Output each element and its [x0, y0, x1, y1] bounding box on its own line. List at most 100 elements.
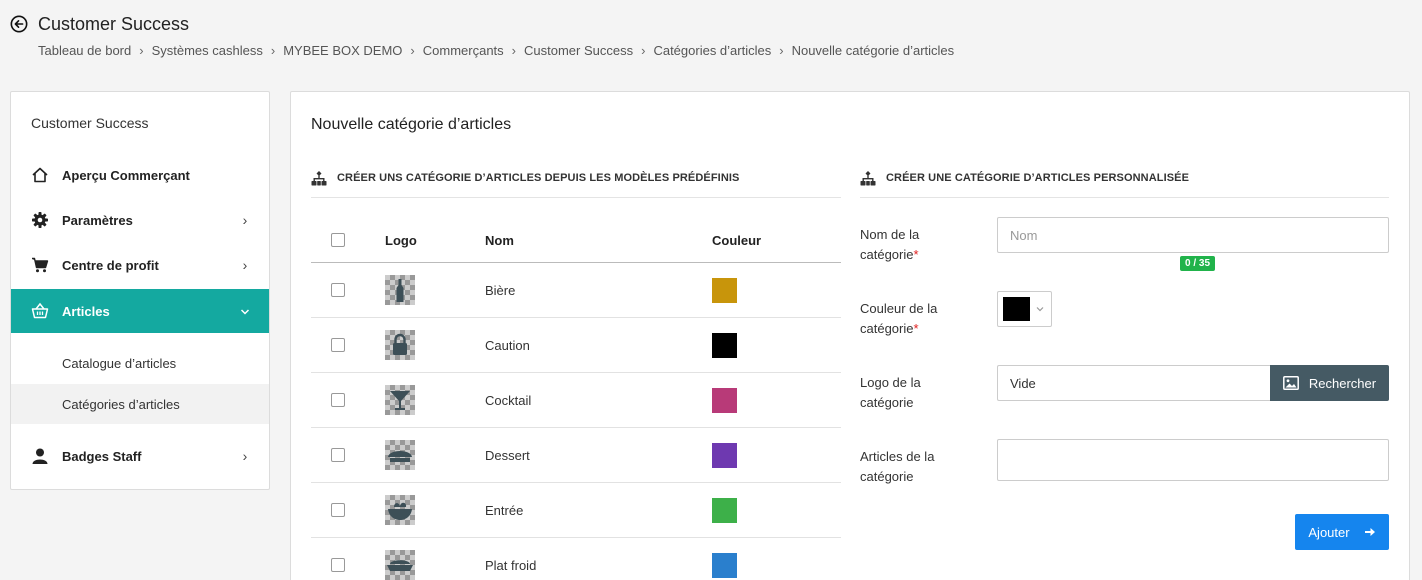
category-articles-label: Articles de la catégorie — [860, 449, 935, 484]
sidebar-title: Customer Success — [31, 115, 149, 131]
sidebar-item-label: Centre de profit — [62, 257, 159, 273]
cocktail-glass-icon — [385, 385, 415, 415]
select-all-cell — [331, 218, 345, 262]
color-swatch — [712, 552, 737, 578]
category-logo-label: Logo de la catégorie — [860, 375, 921, 410]
row-checkbox[interactable] — [331, 393, 345, 407]
color-swatch — [712, 332, 737, 358]
chevron-down-icon — [1036, 304, 1044, 314]
breadcrumb-separator: › — [139, 43, 144, 58]
row-name: Caution — [485, 337, 530, 353]
breadcrumb-link-dashboard[interactable]: Tableau de bord — [38, 43, 131, 58]
category-name-input[interactable] — [997, 217, 1389, 253]
breadcrumb-link-cashless[interactable]: Systèmes cashless — [152, 43, 263, 58]
breadcrumb-link-merchants[interactable]: Commerçants — [423, 43, 504, 58]
image-icon — [1282, 376, 1299, 390]
breadcrumb-link-box[interactable]: MYBEE BOX DEMO — [283, 43, 402, 58]
sidebar-item-merchant-overview[interactable]: Aperçu Commerçant — [11, 153, 269, 197]
main-panel: Nouvelle catégorie d’articles CRÉER UNS … — [290, 91, 1410, 580]
row-name: Dessert — [485, 447, 530, 463]
chevron-down-icon — [233, 303, 257, 319]
row-checkbox[interactable] — [331, 448, 345, 462]
color-swatch — [712, 387, 737, 413]
category-articles-input[interactable] — [997, 439, 1389, 481]
add-button-label: Ajouter — [1308, 524, 1350, 540]
predefined-heading-text: CRÉER UNS CATÉGORIE D’ARTICLES DEPUIS LE… — [337, 171, 740, 184]
char-counter-badge: 0 / 35 — [1180, 256, 1216, 271]
select-all-checkbox[interactable] — [331, 233, 345, 247]
row-name: Entrée — [485, 502, 524, 518]
required-mark: * — [913, 321, 919, 336]
breadcrumb-separator: › — [511, 43, 517, 58]
custom-section-heading: CRÉER UNE CATÉGORIE D’ARTICLES PERSONNAL… — [860, 170, 1389, 198]
sidebar-item-settings[interactable]: Paramètres › — [11, 198, 269, 242]
table-row[interactable]: Dessert — [311, 428, 841, 483]
column-header-color: Couleur — [712, 232, 762, 248]
logo-value-field[interactable]: Vide — [997, 365, 1271, 401]
row-checkbox[interactable] — [331, 338, 345, 352]
breadcrumb-separator: › — [641, 43, 646, 58]
table-row[interactable]: Cocktail — [311, 373, 841, 428]
sidebar-item-label: Aperçu Commerçant — [62, 167, 190, 183]
custom-heading-text: CRÉER UNE CATÉGORIE D’ARTICLES PERSONNAL… — [886, 171, 1190, 184]
column-header-logo: Logo — [385, 232, 417, 248]
table-header-row: Logo Nom Couleur — [311, 218, 841, 263]
dish-icon — [385, 550, 415, 580]
salad-bowl-icon — [385, 495, 415, 525]
add-button[interactable]: Ajouter — [1295, 514, 1389, 550]
color-picker[interactable] — [997, 291, 1052, 327]
sidebar-subitem-categories[interactable]: Catégories d’articles — [11, 384, 269, 424]
breadcrumb: Tableau de bord › Systèmes cashless › MYBEE … — [38, 43, 954, 58]
column-header-name: Nom — [485, 232, 514, 248]
sidebar-subitem-catalogue[interactable]: Catalogue d’articles — [11, 343, 269, 383]
required-mark: * — [913, 247, 919, 262]
color-swatch — [712, 497, 737, 523]
sitemap-icon — [311, 170, 327, 185]
row-name: Cocktail — [485, 392, 532, 408]
breadcrumb-separator: › — [410, 43, 415, 58]
search-button-label: Rechercher — [1308, 375, 1377, 391]
category-name-label: Nom de la catégorie* — [860, 227, 920, 262]
panel-title: Nouvelle catégorie d’articles — [311, 116, 512, 133]
row-checkbox[interactable] — [331, 558, 345, 572]
padlock-icon — [385, 330, 415, 360]
sidebar-item-staff-badges[interactable]: Badges Staff › — [11, 434, 269, 478]
sitemap-icon — [860, 170, 876, 185]
sidebar-item-profit-center[interactable]: Centre de profit › — [11, 243, 269, 287]
table-row[interactable]: Caution — [311, 318, 841, 373]
predefined-section-heading: CRÉER UNS CATÉGORIE D’ARTICLES DEPUIS LE… — [311, 170, 841, 198]
user-icon — [31, 447, 49, 465]
table-row[interactable]: Entrée — [311, 483, 841, 538]
arrow-right-icon — [1364, 528, 1375, 536]
page-title: Customer Success — [38, 13, 190, 34]
selected-color-swatch — [1003, 297, 1030, 321]
table-row[interactable]: Plat froid — [311, 538, 841, 580]
breadcrumb-separator: › — [270, 43, 276, 58]
cart-icon — [31, 256, 49, 274]
breadcrumb-link-categories[interactable]: Catégories d’articles — [653, 43, 771, 58]
gear-icon — [31, 211, 49, 229]
back-arrow-icon[interactable] — [10, 15, 28, 33]
row-checkbox[interactable] — [331, 283, 345, 297]
sidebar: Customer Success Aperçu Commerçant Param… — [10, 91, 270, 490]
breadcrumb-separator: › — [779, 43, 784, 58]
breadcrumb-current: Nouvelle catégorie d’articles — [791, 43, 955, 58]
header-bar: Customer Success — [10, 12, 189, 36]
basket-icon — [31, 302, 49, 320]
color-swatch — [712, 277, 737, 303]
row-checkbox[interactable] — [331, 503, 345, 517]
category-color-label: Couleur de la catégorie* — [860, 301, 938, 336]
sidebar-item-label: Badges Staff — [62, 448, 142, 464]
chevron-right-icon: › — [242, 448, 248, 464]
search-logo-button[interactable]: Rechercher — [1270, 365, 1389, 401]
sidebar-item-label: Paramètres — [62, 212, 133, 228]
table-row[interactable]: Bière — [311, 263, 841, 318]
chevron-right-icon: › — [242, 257, 248, 273]
beer-bottle-icon — [385, 275, 415, 305]
dessert-icon — [385, 440, 415, 470]
sidebar-item-articles[interactable]: Articles — [11, 289, 269, 333]
chevron-right-icon: › — [242, 212, 248, 228]
row-name: Plat froid — [485, 557, 537, 573]
predefined-categories-table: Logo Nom Couleur Bière Caution Cocktail … — [311, 218, 841, 580]
breadcrumb-link-merchant[interactable]: Customer Success — [524, 43, 633, 58]
